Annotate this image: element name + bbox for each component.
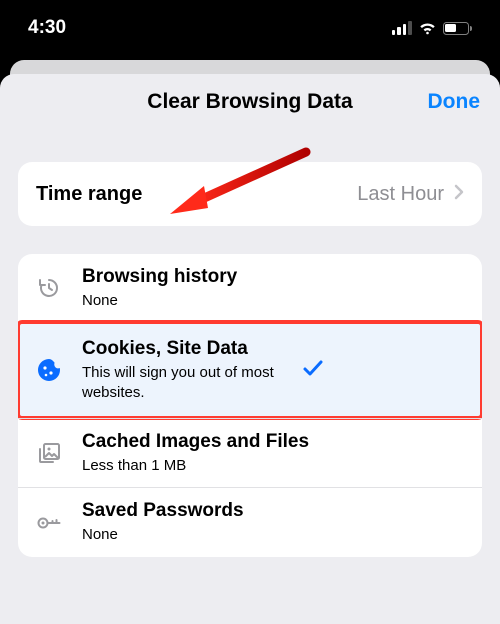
time-range-label: Time range <box>36 183 142 206</box>
cookie-icon <box>36 357 62 383</box>
time-range-group: Time range Last Hour <box>18 162 482 226</box>
item-subtitle: Less than 1 MB <box>82 456 464 476</box>
sheet-header: Clear Browsing Data Done <box>0 74 500 130</box>
key-icon <box>36 510 62 536</box>
status-bar: 4:30 <box>0 0 500 56</box>
item-title: Saved Passwords <box>82 500 464 523</box>
data-types-group: Browsing history None Cookies, Site Data… <box>18 254 482 557</box>
page-title: Clear Browsing Data <box>147 90 352 114</box>
wifi-icon <box>418 21 437 35</box>
cookies-site-data-row[interactable]: Cookies, Site Data This will sign you ou… <box>18 320 482 420</box>
item-title: Cached Images and Files <box>82 431 464 454</box>
cached-images-row[interactable]: Cached Images and Files Less than 1 MB <box>18 418 482 487</box>
status-time: 4:30 <box>28 17 66 39</box>
time-range-value: Last Hour <box>357 183 444 206</box>
battery-icon <box>443 22 473 35</box>
saved-passwords-row[interactable]: Saved Passwords None <box>18 487 482 556</box>
item-subtitle: This will sign you out of most websites. <box>82 363 302 402</box>
browsing-history-row[interactable]: Browsing history None <box>18 254 482 322</box>
done-button[interactable]: Done <box>428 90 481 114</box>
checkmark-icon <box>302 357 324 384</box>
modal-sheet: Clear Browsing Data Done Time range Last… <box>0 74 500 624</box>
item-title: Cookies, Site Data <box>82 338 302 361</box>
history-icon <box>36 275 62 301</box>
cellular-signal-icon <box>392 21 412 35</box>
item-subtitle: None <box>82 291 464 311</box>
time-range-row[interactable]: Time range Last Hour <box>18 162 482 226</box>
status-icons <box>392 21 473 35</box>
item-title: Browsing history <box>82 266 464 289</box>
chevron-right-icon <box>454 183 464 206</box>
images-icon <box>36 440 62 466</box>
time-range-value-container: Last Hour <box>357 183 464 206</box>
item-subtitle: None <box>82 525 464 545</box>
